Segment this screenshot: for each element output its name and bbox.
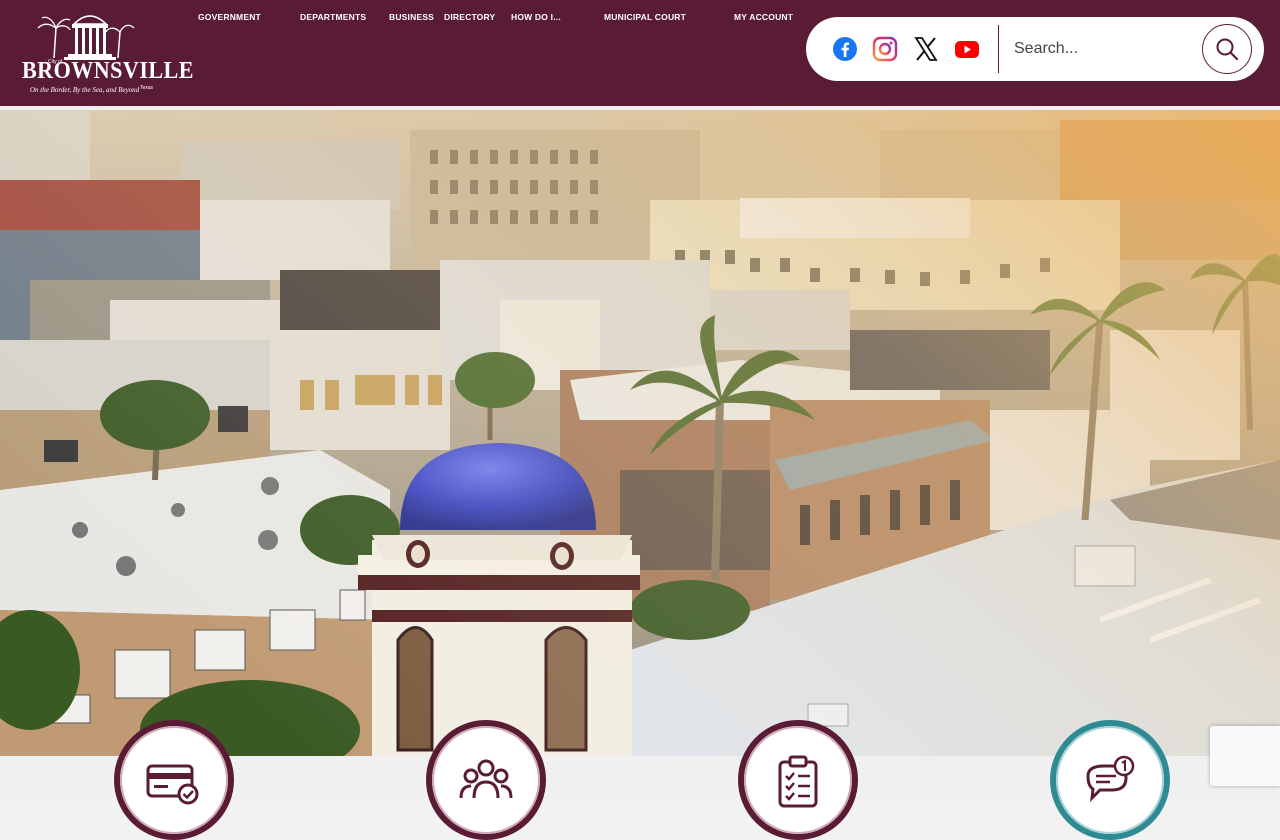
quick-link-checklist[interactable] — [738, 720, 858, 840]
nav-my-account[interactable]: MY ACCOUNT — [734, 12, 793, 22]
nav-how-do-i[interactable]: HOW DO I... — [511, 12, 561, 22]
site-header: City of BROWNSVILLE Texas On the Border,… — [0, 0, 1280, 106]
quick-link-pay-bill[interactable] — [114, 720, 234, 840]
youtube-icon[interactable] — [954, 36, 980, 62]
downtown-aerial-photo — [0, 110, 1280, 756]
header-tools — [806, 17, 1264, 81]
nav-directory[interactable]: DIRECTORY — [444, 12, 495, 22]
facebook-icon[interactable] — [832, 36, 858, 62]
nav-business[interactable]: BUSINESS — [389, 12, 434, 22]
checklist-icon — [778, 755, 818, 808]
search-input[interactable] — [1014, 35, 1194, 63]
nav-departments[interactable]: DEPARTMENTS — [300, 12, 366, 22]
tools-divider — [998, 25, 999, 73]
notification-chat-icon — [1086, 755, 1135, 803]
search-icon — [1216, 38, 1239, 61]
logo-wordmark: BROWNSVILLE — [22, 58, 194, 84]
logo-tagline: On the Border, By the Sea, and Beyond — [30, 86, 140, 94]
payment-card-icon — [146, 764, 199, 805]
search-button[interactable] — [1202, 24, 1252, 74]
quick-link-community[interactable] — [426, 720, 546, 840]
brownsville-logo[interactable]: City of BROWNSVILLE Texas On the Border,… — [20, 6, 194, 98]
community-people-icon — [459, 759, 513, 799]
instagram-icon[interactable] — [872, 36, 898, 62]
hero-image — [0, 110, 1280, 756]
city-hall-icon — [37, 15, 135, 60]
nav-government[interactable]: GOVERNMENT — [198, 12, 261, 22]
x-icon[interactable] — [913, 36, 939, 62]
quick-link-notifications[interactable] — [1050, 720, 1170, 840]
nav-municipal-court[interactable]: MUNICIPAL COURT — [604, 12, 686, 22]
recaptcha-badge[interactable] — [1210, 726, 1280, 786]
